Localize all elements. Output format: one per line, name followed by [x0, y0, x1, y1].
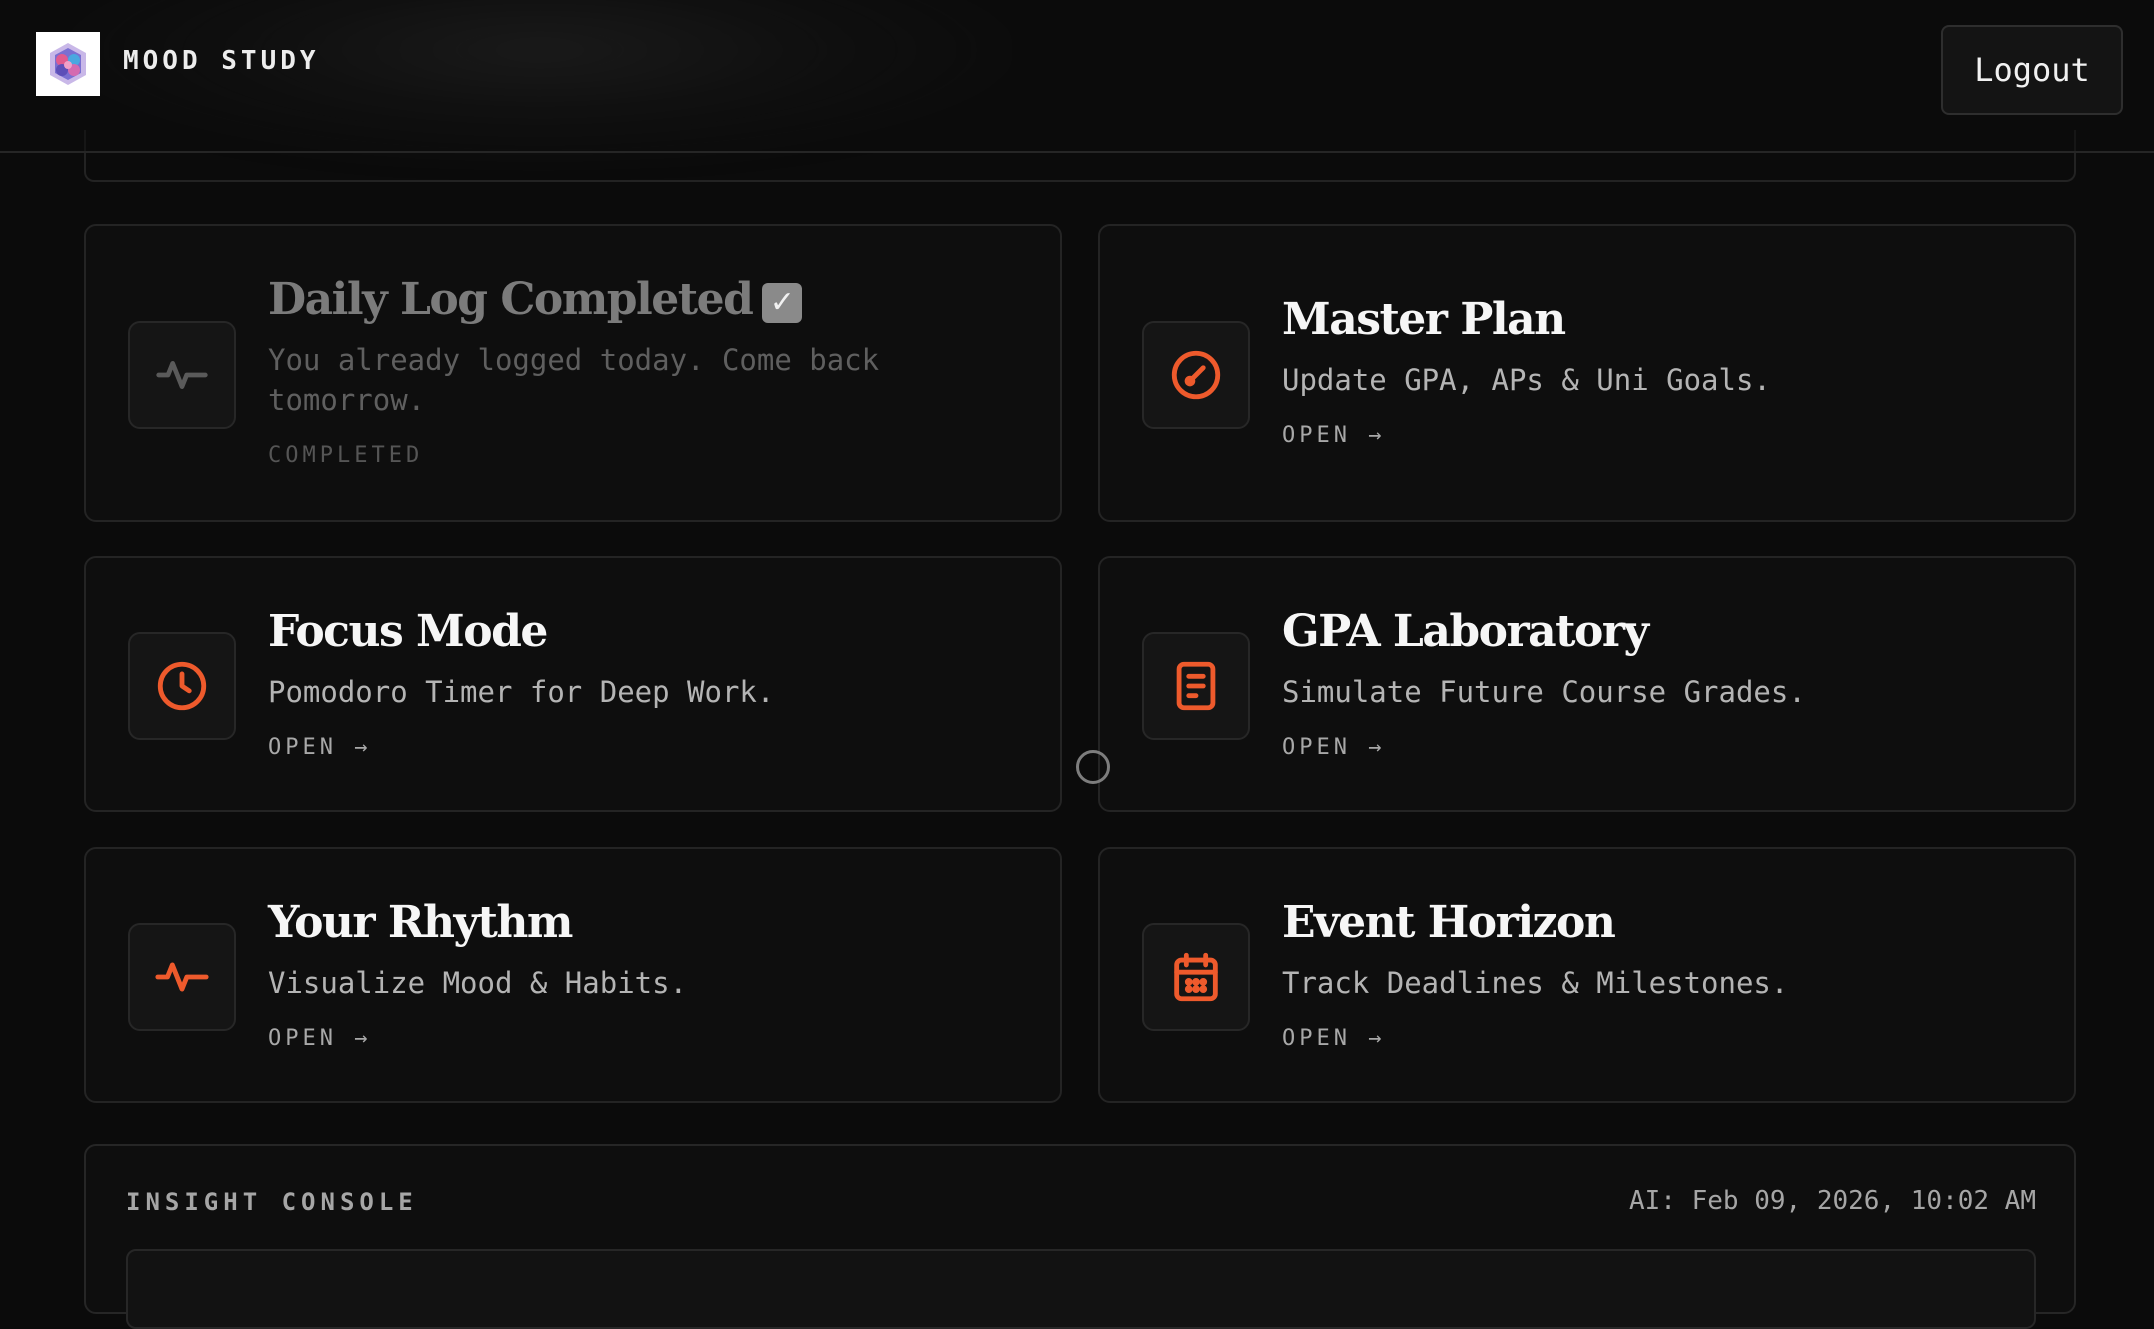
top-bar: MOOD STUDY Logout [0, 0, 2154, 153]
logout-button[interactable]: Logout [1941, 25, 2123, 115]
open-link[interactable]: OPEN → [1282, 735, 1385, 760]
card-status: COMPLETED [268, 443, 424, 468]
card-description: Update GPA, APs & Uni Goals. [1282, 363, 1771, 397]
console-output[interactable] [126, 1249, 2036, 1329]
compass-icon [1142, 321, 1250, 429]
card-title: Event Horizon [1282, 897, 1616, 948]
card-description: Visualize Mood & Habits. [268, 966, 688, 1000]
activity-icon [128, 923, 236, 1031]
open-link[interactable]: OPEN → [268, 735, 371, 760]
brand-name: MOOD STUDY [123, 46, 320, 76]
card-title: Your Rhythm [268, 897, 573, 948]
clock-icon [128, 632, 236, 740]
card-event-horizon[interactable]: Event Horizon Track Deadlines & Mileston… [1098, 847, 2076, 1103]
card-description: Simulate Future Course Grades. [1282, 675, 1806, 709]
brain-logo-icon[interactable] [36, 32, 100, 96]
card-daily-log[interactable]: Daily Log Completed ✓ You already logged … [84, 224, 1062, 522]
open-link[interactable]: OPEN → [268, 1026, 371, 1051]
calendar-icon [1142, 923, 1250, 1031]
card-description: Track Deadlines & Milestones. [1282, 966, 1789, 1000]
console-timestamp: AI: Feb 09, 2026, 10:02 AM [1629, 1186, 2036, 1216]
card-gpa-laboratory[interactable]: GPA Laboratory Simulate Future Course Gr… [1098, 556, 2076, 812]
open-link[interactable]: OPEN → [1282, 1026, 1385, 1051]
cursor-ring [1076, 750, 1110, 784]
card-your-rhythm[interactable]: Your Rhythm Visualize Mood & Habits. OPE… [84, 847, 1062, 1103]
open-link[interactable]: OPEN → [1282, 423, 1385, 448]
document-icon [1142, 632, 1250, 740]
pulse-icon [128, 321, 236, 429]
card-title: Daily Log Completed [268, 274, 754, 325]
card-title: GPA Laboratory [1282, 606, 1649, 657]
card-description: Pomodoro Timer for Deep Work. [268, 675, 775, 709]
console-title: INSIGHT CONSOLE [126, 1188, 418, 1216]
insight-console: INSIGHT CONSOLE AI: Feb 09, 2026, 10:02 … [84, 1144, 2076, 1329]
card-title: Focus Mode [268, 606, 548, 657]
card-description: You already logged today. Come back tomo… [268, 343, 880, 417]
checkmark-icon: ✓ [762, 282, 803, 323]
card-focus-mode[interactable]: Focus Mode Pomodoro Timer for Deep Work.… [84, 556, 1062, 812]
card-title: Master Plan [1282, 294, 1566, 345]
card-master-plan[interactable]: Master Plan Update GPA, APs & Uni Goals.… [1098, 224, 2076, 522]
